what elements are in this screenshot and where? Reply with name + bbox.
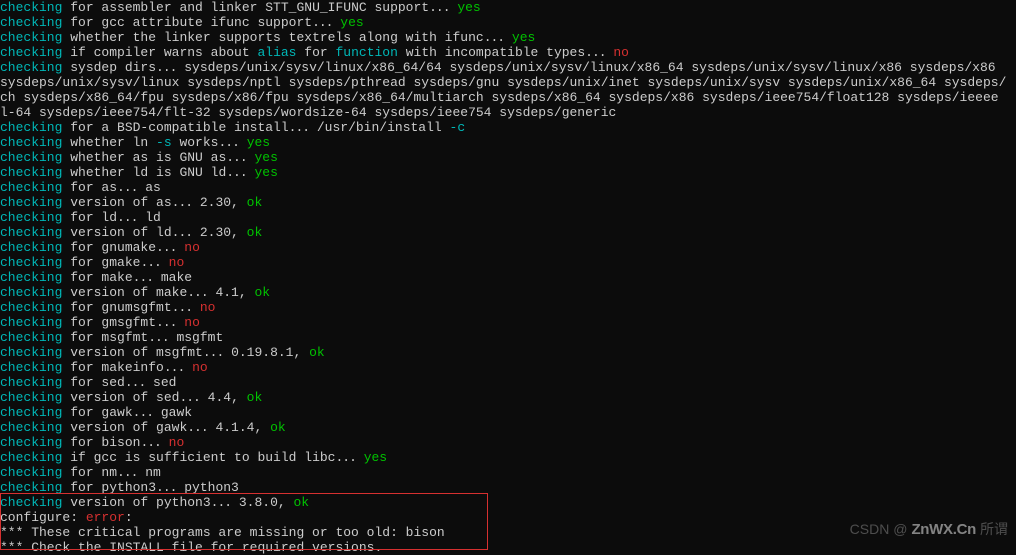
- line: checking whether as is GNU as... yes: [0, 150, 1016, 165]
- keyword-function: function: [336, 45, 398, 60]
- line: checking for ld... ld: [0, 210, 1016, 225]
- line: checking for gnumake... no: [0, 240, 1016, 255]
- line: checking for makeinfo... no: [0, 360, 1016, 375]
- result-ok: ok: [247, 195, 263, 210]
- line: checking version of msgfmt... 0.19.8.1, …: [0, 345, 1016, 360]
- watermark-site: ZnWX.Cn: [911, 522, 976, 537]
- line: checking for gawk... gawk: [0, 405, 1016, 420]
- line: checking if compiler warns about alias f…: [0, 45, 1016, 60]
- line: checking for gmsgfmt... no: [0, 315, 1016, 330]
- line: l-64 sysdeps/ieee754/flt-32 sysdeps/word…: [0, 105, 1016, 120]
- line: checking for nm... nm: [0, 465, 1016, 480]
- line: checking version of as... 2.30, ok: [0, 195, 1016, 210]
- line: checking for make... make: [0, 270, 1016, 285]
- line: checking for python3... python3: [0, 480, 1016, 495]
- line: checking whether ld is GNU ld... yes: [0, 165, 1016, 180]
- line: checking for as... as: [0, 180, 1016, 195]
- watermark: CSDN @ ZnWX.Cn 所谓: [850, 522, 1008, 537]
- line: checking version of make... 4.1, ok: [0, 285, 1016, 300]
- error-line-3: *** Check the INSTALL file for required …: [0, 540, 1016, 555]
- line: checking version of ld... 2.30, ok: [0, 225, 1016, 240]
- line: checking for a BSD-compatible install...…: [0, 120, 1016, 135]
- line: checking if gcc is sufficient to build l…: [0, 450, 1016, 465]
- line: ch sysdeps/x86_64/fpu sysdeps/x86/fpu sy…: [0, 90, 1016, 105]
- line: checking for bison... no: [0, 435, 1016, 450]
- result-no: no: [613, 45, 629, 60]
- line: checking for gmake... no: [0, 255, 1016, 270]
- watermark-csdn: CSDN @: [850, 522, 908, 537]
- keyword-alias: alias: [257, 45, 296, 60]
- checking-label: checking: [0, 0, 62, 15]
- line: checking for msgfmt... msgfmt: [0, 330, 1016, 345]
- line: checking whether the linker supports tex…: [0, 30, 1016, 45]
- flag-s: -s: [156, 135, 172, 150]
- terminal-output: checking for assembler and linker STT_GN…: [0, 0, 1016, 555]
- line: checking for gcc attribute ifunc support…: [0, 15, 1016, 30]
- line: checking whether ln -s works... yes: [0, 135, 1016, 150]
- flag-c: -c: [450, 120, 466, 135]
- line: checking for gnumsgfmt... no: [0, 300, 1016, 315]
- line: checking for sed... sed: [0, 375, 1016, 390]
- line: checking version of sed... 4.4, ok: [0, 390, 1016, 405]
- line: sysdeps/unix/sysv/linux sysdeps/nptl sys…: [0, 75, 1016, 90]
- line: checking for assembler and linker STT_GN…: [0, 0, 1016, 15]
- line: checking version of gawk... 4.1.4, ok: [0, 420, 1016, 435]
- line: checking sysdep dirs... sysdeps/unix/sys…: [0, 60, 1016, 75]
- watermark-tail: 所谓: [980, 522, 1008, 537]
- result-yes: yes: [457, 0, 480, 15]
- error-label: error: [86, 510, 125, 525]
- line: checking version of python3... 3.8.0, ok: [0, 495, 1016, 510]
